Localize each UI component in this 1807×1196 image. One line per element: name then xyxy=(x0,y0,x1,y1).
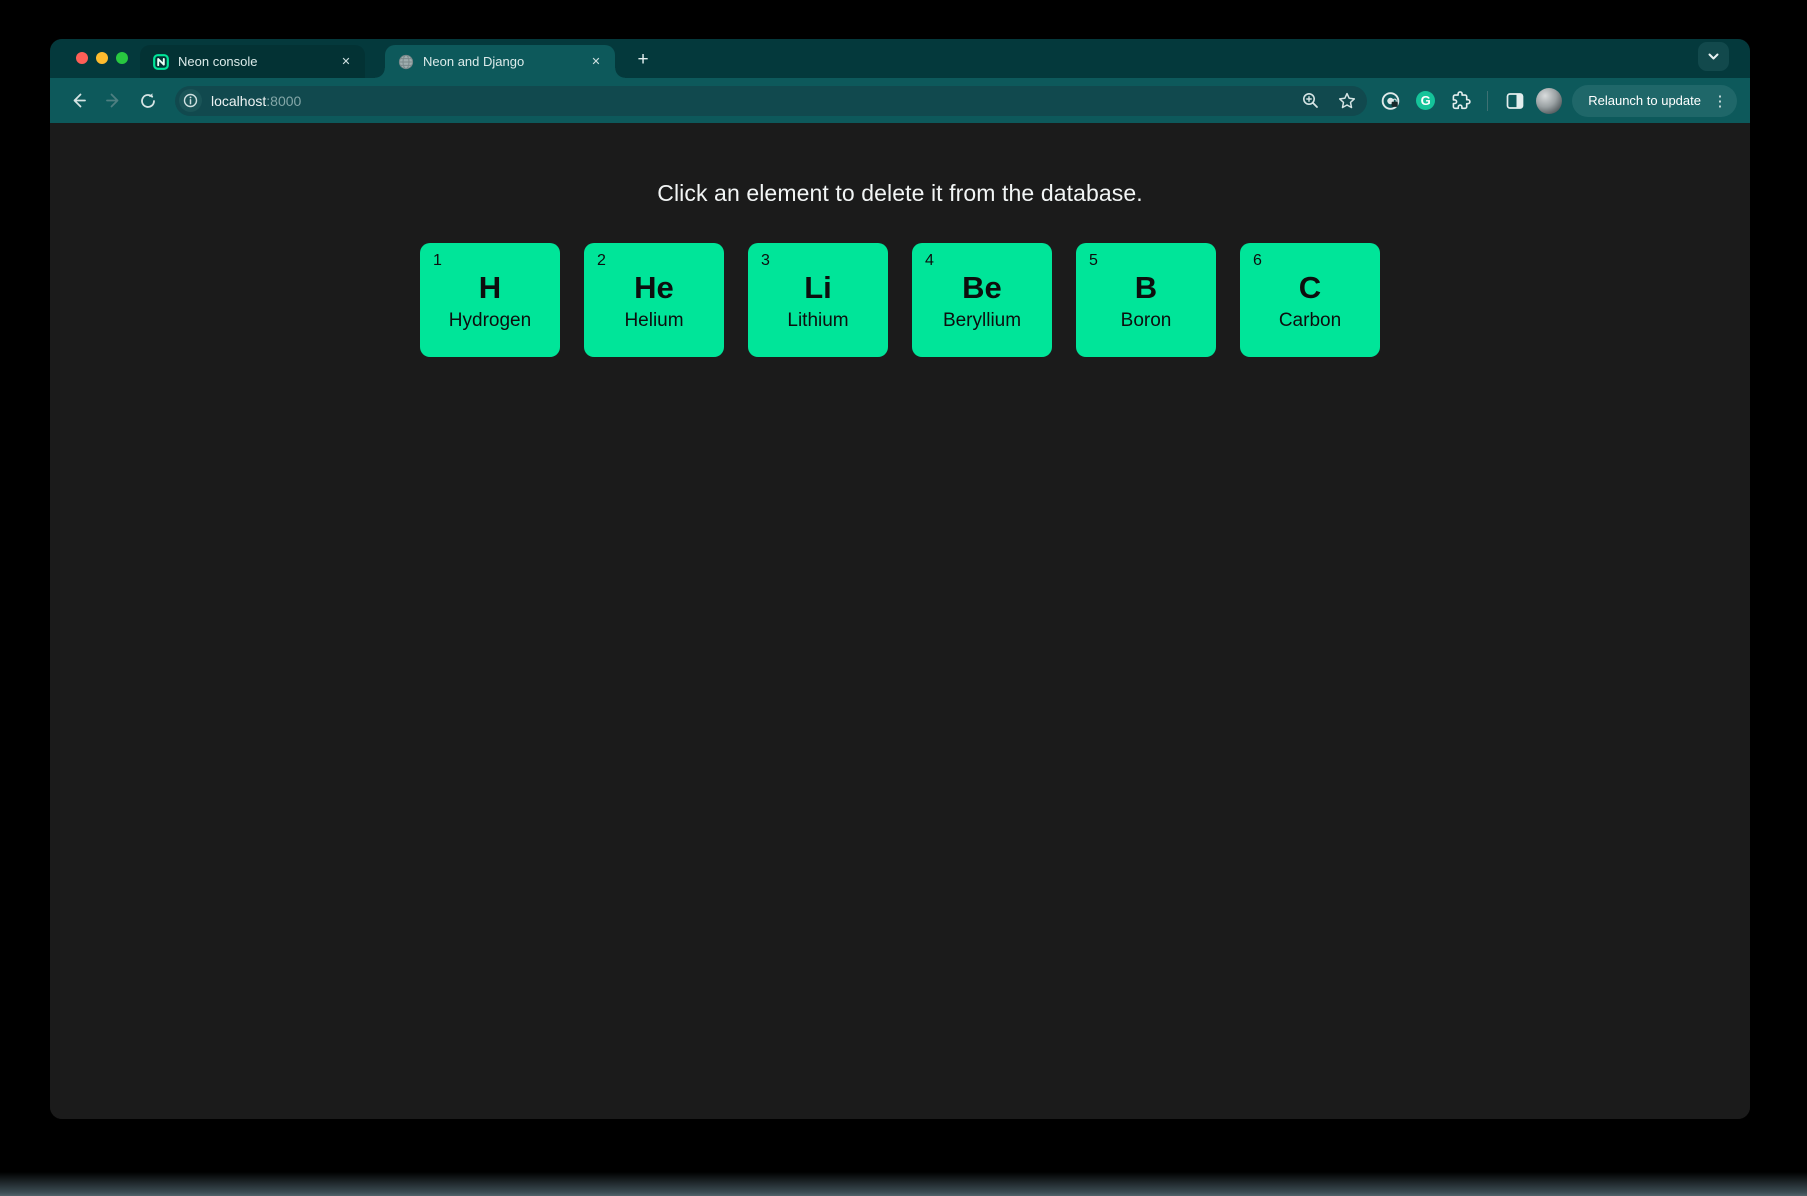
url-text: localhost:8000 xyxy=(211,93,301,109)
atomic-number: 4 xyxy=(912,252,1052,270)
address-bar-actions xyxy=(1301,91,1357,111)
forward-arrow-icon xyxy=(104,91,123,110)
element-card-helium[interactable]: 2 He Helium xyxy=(584,243,724,357)
element-name: Helium xyxy=(584,309,724,333)
url-port: :8000 xyxy=(266,93,301,109)
element-name: Hydrogen xyxy=(420,309,560,333)
globe-icon xyxy=(398,54,414,70)
url-host: localhost xyxy=(211,93,266,109)
browser-window: Neon console ✕ Neon and Django ✕ + xyxy=(50,39,1750,1119)
page-content: Click an element to delete it from the d… xyxy=(50,123,1750,1119)
reload-button[interactable] xyxy=(134,87,162,115)
address-bar[interactable]: localhost:8000 xyxy=(175,86,1367,116)
tab-strip: Neon console ✕ Neon and Django ✕ + xyxy=(50,39,1750,78)
password-manager-extension-icon[interactable] xyxy=(1380,90,1401,111)
browser-menu-kebab-icon[interactable]: ⋮ xyxy=(1709,92,1731,110)
forward-button[interactable] xyxy=(99,87,127,115)
element-symbol: C xyxy=(1240,271,1380,304)
extensions-area: G xyxy=(1380,90,1525,111)
element-name: Boron xyxy=(1076,309,1216,333)
element-symbol: H xyxy=(420,271,560,304)
atomic-number: 3 xyxy=(748,252,888,270)
relaunch-to-update-button[interactable]: Relaunch to update ⋮ xyxy=(1572,85,1737,117)
extensions-puzzle-icon[interactable] xyxy=(1450,90,1471,111)
profile-avatar[interactable] xyxy=(1536,88,1562,114)
tab-title: Neon console xyxy=(178,54,328,69)
desktop-shadow-edge xyxy=(0,1172,1807,1196)
tab-title: Neon and Django xyxy=(423,54,578,69)
site-info-icon[interactable] xyxy=(179,89,202,112)
neon-logo-icon xyxy=(153,54,169,70)
element-symbol: B xyxy=(1076,271,1216,304)
page-title: Click an element to delete it from the d… xyxy=(50,123,1750,207)
tab-neon-and-django[interactable]: Neon and Django ✕ xyxy=(385,45,615,78)
element-symbol: He xyxy=(584,271,724,304)
relaunch-label: Relaunch to update xyxy=(1588,93,1701,108)
element-card-hydrogen[interactable]: 1 H Hydrogen xyxy=(420,243,560,357)
back-button[interactable] xyxy=(64,87,92,115)
element-card-boron[interactable]: 5 B Boron xyxy=(1076,243,1216,357)
side-panel-icon[interactable] xyxy=(1504,90,1525,111)
chevron-down-icon xyxy=(1707,50,1720,63)
close-tab-icon[interactable]: ✕ xyxy=(337,53,355,71)
new-tab-button[interactable]: + xyxy=(629,46,657,74)
element-card-lithium[interactable]: 3 Li Lithium xyxy=(748,243,888,357)
tab-neon-console[interactable]: Neon console ✕ xyxy=(140,45,365,78)
element-symbol: Li xyxy=(748,271,888,304)
atomic-number: 2 xyxy=(584,252,724,270)
grammarly-extension-icon[interactable]: G xyxy=(1416,91,1435,110)
close-tab-icon[interactable]: ✕ xyxy=(587,53,605,71)
element-card-carbon[interactable]: 6 C Carbon xyxy=(1240,243,1380,357)
traffic-lights xyxy=(76,52,128,64)
tab-search-button[interactable] xyxy=(1698,42,1729,71)
atomic-number: 5 xyxy=(1076,252,1216,270)
element-name: Carbon xyxy=(1240,309,1380,333)
bookmark-star-icon[interactable] xyxy=(1337,91,1357,111)
element-symbol: Be xyxy=(912,271,1052,304)
reload-icon xyxy=(139,92,157,110)
element-name: Lithium xyxy=(748,309,888,333)
element-name: Beryllium xyxy=(912,309,1052,333)
zoom-window-button[interactable] xyxy=(116,52,128,64)
atomic-number: 1 xyxy=(420,252,560,270)
element-card-row: 1 H Hydrogen 2 He Helium 3 Li Lithium 4 … xyxy=(50,243,1750,357)
close-window-button[interactable] xyxy=(76,52,88,64)
element-card-beryllium[interactable]: 4 Be Beryllium xyxy=(912,243,1052,357)
back-arrow-icon xyxy=(69,91,88,110)
toolbar-separator xyxy=(1487,91,1488,111)
browser-toolbar: localhost:8000 xyxy=(50,78,1750,123)
minimize-window-button[interactable] xyxy=(96,52,108,64)
atomic-number: 6 xyxy=(1240,252,1380,270)
zoom-magnifier-icon[interactable] xyxy=(1301,91,1320,110)
